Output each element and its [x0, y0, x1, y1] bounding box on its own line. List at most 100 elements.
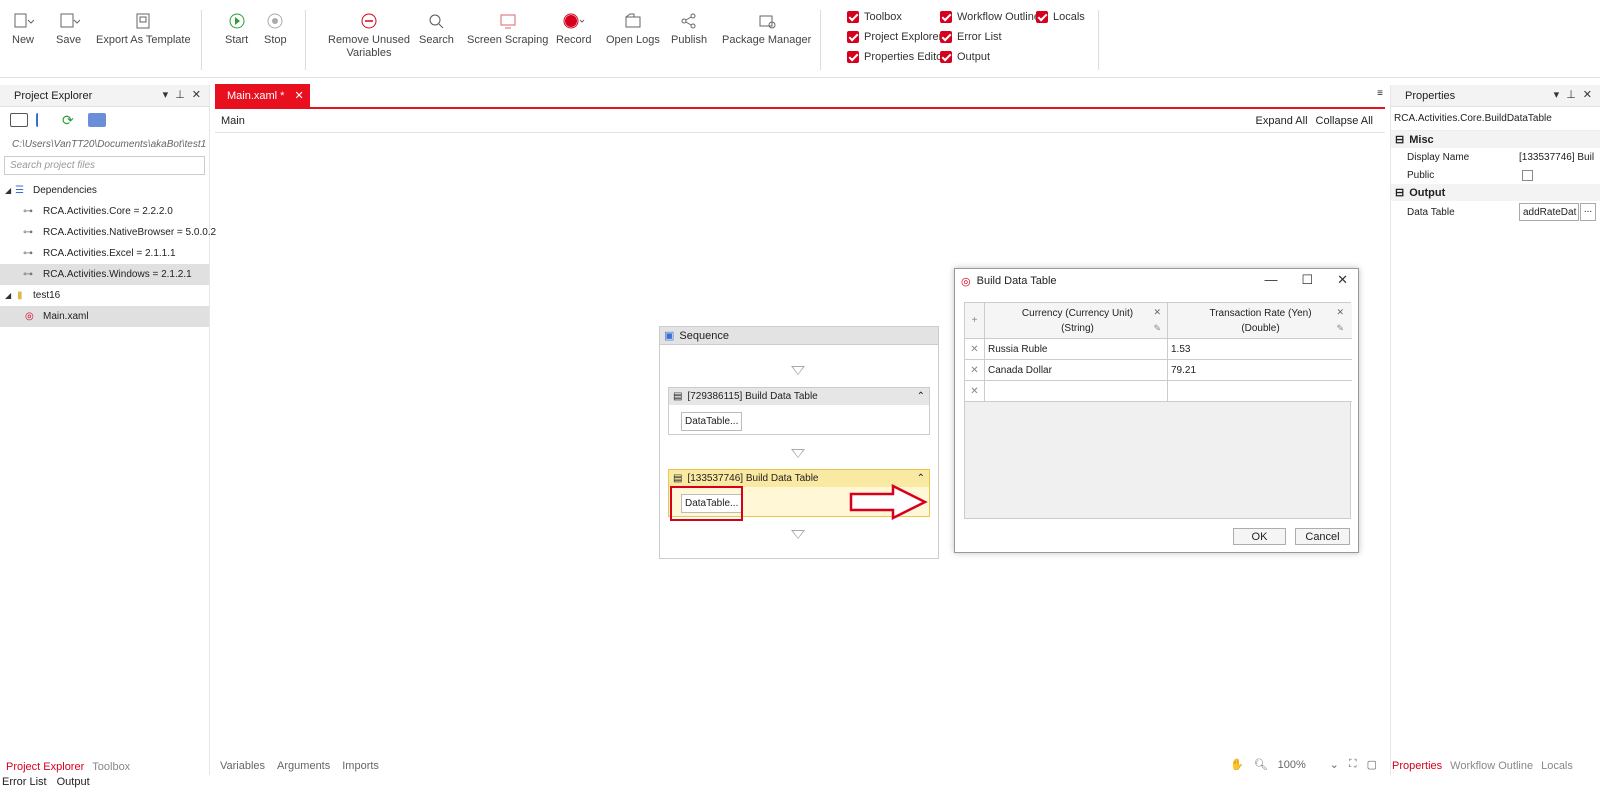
open-logs-button[interactable]: Open Logs	[606, 8, 660, 47]
delete-row-icon[interactable]: ✕	[965, 360, 985, 380]
properties-editor-checkbox[interactable]: Properties Editor	[847, 51, 946, 63]
drop-target-icon[interactable]	[791, 366, 805, 375]
datatable-button[interactable]: DataTable...	[681, 412, 743, 431]
ok-button[interactable]: OK	[1233, 528, 1286, 545]
category-output[interactable]: ⊟ Output	[1391, 184, 1600, 201]
collapse-all-link[interactable]: Collapse All	[1316, 115, 1373, 127]
tab-main-xaml[interactable]: Main.xaml * ✕	[215, 84, 310, 107]
dropdown-icon[interactable]: ▾	[163, 88, 169, 101]
tab-imports[interactable]: Imports	[342, 760, 379, 772]
tree-item-dependency[interactable]: ⊶ RCA.Activities.Core = 2.2.2.0	[0, 201, 209, 222]
delete-row-icon[interactable]: ✕	[965, 381, 985, 401]
table-cell[interactable]: Canada Dollar	[985, 360, 1168, 380]
remove-dependency-icon[interactable]	[88, 113, 106, 127]
fit-to-screen-icon[interactable]: ⛶	[1349, 758, 1357, 771]
tab-arguments[interactable]: Arguments	[277, 760, 330, 772]
screen-scraping-icon	[498, 8, 518, 34]
tree-item-project[interactable]: ◢ ▮ test16	[0, 285, 209, 306]
workflow-outline-checkbox[interactable]: Workflow Outline	[940, 11, 1040, 23]
minimize-icon[interactable]: —	[1264, 272, 1277, 288]
output-checkbox[interactable]: Output	[940, 51, 990, 63]
table-cell[interactable]: 1.53	[1168, 339, 1350, 359]
collapse-icon[interactable]: ⌃	[917, 473, 925, 484]
tree-item-dependency[interactable]: ⊶ RCA.Activities.NativeBrowser = 5.0.0.2	[0, 222, 216, 243]
zoom-level[interactable]: 100%	[1278, 759, 1320, 771]
table-cell[interactable]	[985, 381, 1168, 401]
start-button[interactable]: Start	[225, 8, 248, 47]
error-list-checkbox[interactable]: Error List	[940, 31, 1002, 43]
tab-locals[interactable]: Locals	[1541, 760, 1573, 772]
collapse-icon[interactable]: ⊟	[1395, 186, 1404, 199]
tab-properties[interactable]: Properties	[1392, 760, 1442, 772]
record-button[interactable]: Record	[556, 8, 591, 47]
tab-project-explorer[interactable]: Project Explorer	[6, 761, 84, 773]
close-icon[interactable]: ✕	[1337, 272, 1348, 288]
screen-scraping-button[interactable]: Screen Scraping	[467, 8, 548, 47]
tab-toolbox[interactable]: Toolbox	[92, 761, 130, 773]
dropdown-icon[interactable]: ▾	[1554, 88, 1560, 101]
project-explorer-checkbox[interactable]: Project Explorer	[847, 31, 942, 43]
drop-target-icon[interactable]	[791, 530, 805, 539]
tree-item-main-xaml[interactable]: ◎ Main.xaml	[0, 306, 209, 327]
tab-list-icon[interactable]: ≡	[1377, 88, 1383, 99]
maximize-icon[interactable]: ☐	[1301, 272, 1313, 288]
build-data-table-activity[interactable]: ▤ [729386115] Build Data Table ⌃ DataTab…	[668, 387, 930, 435]
tab-error-list[interactable]: Error List	[2, 776, 47, 788]
zoom-icon[interactable]: 🔍︎	[1254, 758, 1268, 771]
zoom-controls: ✋ 🔍︎ 100% ⌄ ⛶ ▢	[1230, 758, 1377, 771]
pan-hand-icon[interactable]: ✋	[1230, 758, 1244, 771]
tab-variables[interactable]: Variables	[220, 760, 265, 772]
new-button[interactable]: New	[12, 8, 34, 47]
remove-unused-variables-button[interactable]: Remove Unused Variables	[328, 8, 410, 60]
table-cell[interactable]: 79.21	[1168, 360, 1350, 380]
remove-column-icon[interactable]: ✕	[1153, 305, 1161, 320]
overview-icon[interactable]: ▢	[1367, 758, 1377, 771]
locals-checkbox[interactable]: Locals	[1036, 11, 1085, 23]
delete-row-icon[interactable]: ✕	[965, 339, 985, 359]
add-column-icon[interactable]: +	[965, 303, 985, 338]
remove-column-icon[interactable]: ✕	[1336, 305, 1344, 320]
column-header[interactable]: Currency (Currency Unit) (String) ✕ ✎	[985, 303, 1168, 338]
ellipsis-button[interactable]: ...	[1580, 203, 1596, 221]
expand-icon[interactable]: ◢	[5, 291, 11, 300]
stop-button[interactable]: Stop	[264, 8, 287, 47]
search-button[interactable]: Search	[419, 8, 454, 47]
expand-all-link[interactable]: Expand All	[1256, 115, 1308, 127]
tab-workflow-outline[interactable]: Workflow Outline	[1450, 760, 1533, 772]
table-cell[interactable]	[1168, 381, 1350, 401]
refresh-icon[interactable]: ⟳	[62, 113, 80, 127]
sequence-activity[interactable]: ▣ Sequence ▤ [729386115] Build Data Tabl…	[659, 326, 939, 559]
toolbox-checkbox[interactable]: Toolbox	[847, 11, 902, 23]
export-template-button[interactable]: Export As Template	[96, 8, 191, 47]
public-checkbox[interactable]	[1522, 169, 1533, 181]
cancel-button[interactable]: Cancel	[1295, 528, 1350, 545]
save-button[interactable]: Save	[56, 8, 81, 47]
pin-icon[interactable]: ⊥	[1566, 88, 1576, 101]
drop-target-icon[interactable]	[791, 449, 805, 458]
project-tree: ◢ ☰ Dependencies ⊶ RCA.Activities.Core = …	[0, 180, 216, 327]
collapse-icon[interactable]: ⌃	[917, 391, 925, 402]
package-manager-button[interactable]: Package Manager	[722, 8, 811, 47]
pin-icon[interactable]: ⊥	[175, 88, 185, 101]
tree-item-dependency[interactable]: ⊶ RCA.Activities.Windows = 2.1.2.1	[0, 264, 209, 285]
edit-column-icon[interactable]: ✎	[1153, 321, 1161, 336]
category-misc[interactable]: ⊟ Misc	[1391, 131, 1600, 148]
edit-column-icon[interactable]: ✎	[1336, 321, 1344, 336]
display-name-field[interactable]: [133537746] Buil	[1519, 152, 1597, 163]
tab-output[interactable]: Output	[57, 776, 90, 788]
search-project-input[interactable]: Search project files	[4, 156, 205, 175]
data-table-field[interactable]: addRateDat	[1519, 203, 1579, 221]
chevron-down-icon[interactable]: ⌄	[1330, 758, 1339, 771]
column-header[interactable]: Transaction Rate (Yen) (Double) ✕ ✎	[1168, 303, 1350, 338]
close-icon[interactable]: ✕	[192, 88, 201, 101]
expand-icon[interactable]: ◢	[5, 186, 11, 195]
collapse-icon[interactable]: ⊟	[1395, 133, 1404, 146]
publish-button[interactable]: Publish	[671, 8, 707, 47]
close-tab-icon[interactable]: ✕	[294, 89, 303, 102]
tree-item-dependency[interactable]: ⊶ RCA.Activities.Excel = 2.1.1.1	[0, 243, 209, 264]
tree-item-dependencies[interactable]: ◢ ☰ Dependencies	[0, 180, 209, 201]
open-folder-icon[interactable]	[10, 113, 28, 127]
table-cell[interactable]: Russia Ruble	[985, 339, 1168, 359]
tree-view-icon[interactable]	[36, 113, 54, 127]
close-icon[interactable]: ✕	[1583, 88, 1592, 101]
